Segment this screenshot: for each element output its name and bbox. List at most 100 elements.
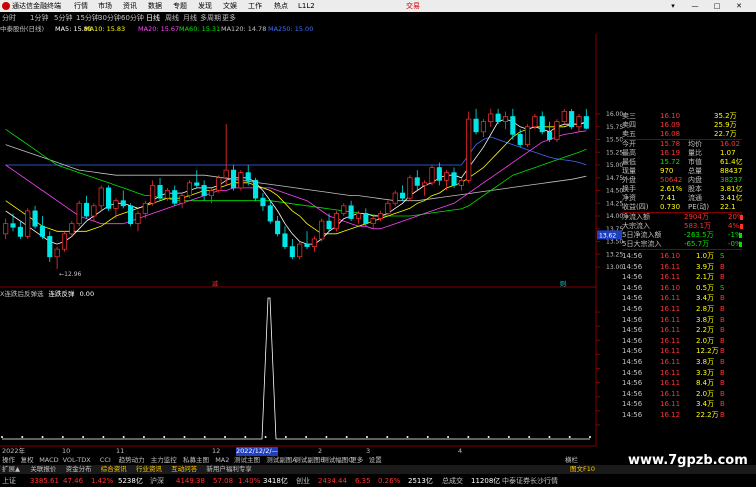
- indicator-tab[interactable]: 设置: [369, 456, 382, 465]
- candle-body: [275, 220, 281, 235]
- layout-toggle[interactable]: 横栏: [565, 456, 578, 465]
- period-tab-more[interactable]: 更多: [222, 12, 236, 24]
- tick-price: 16.10: [660, 252, 681, 260]
- tick-time: 14:56: [622, 358, 643, 366]
- dropdown-icon[interactable]: ▾: [668, 1, 678, 11]
- menu-item-data[interactable]: 数据: [148, 0, 162, 12]
- candle-body: [569, 111, 575, 128]
- candle-body: [326, 220, 332, 230]
- indicator-tab[interactable]: 测试副图B: [294, 456, 324, 465]
- candle-body: [436, 167, 442, 181]
- tick-volume: 2.1万: [696, 273, 715, 282]
- candle-body: [517, 134, 523, 145]
- menu-item-l1l2[interactable]: L1L2: [298, 0, 315, 12]
- candle-body: [267, 205, 273, 222]
- indicator-tab[interactable]: 测试幅图C: [322, 456, 353, 465]
- status-item: 2434.44: [318, 477, 347, 485]
- period-tab[interactable]: 月线: [183, 12, 197, 24]
- tick-time: 14:56: [622, 262, 643, 271]
- extension-tab[interactable]: 互动问答: [171, 465, 197, 474]
- candle-body: [561, 111, 567, 122]
- tick-direction: B: [720, 400, 725, 409]
- tick-direction: S: [720, 252, 725, 260]
- tick-price: 16.11: [660, 347, 681, 356]
- extension-tab[interactable]: 新用户福利专享: [206, 465, 252, 474]
- baseline-dot: [203, 436, 206, 438]
- period-tab[interactable]: 分时: [2, 12, 16, 24]
- candle-body: [524, 126, 531, 145]
- indicator-tab[interactable]: 更多: [350, 456, 363, 465]
- indicator-tab[interactable]: CCI: [100, 456, 111, 465]
- candle-body: [319, 220, 325, 240]
- baseline-dot: [122, 436, 125, 438]
- indicator-tab[interactable]: 测试副图A: [266, 456, 296, 465]
- period-tab[interactable]: 15分钟: [76, 12, 99, 24]
- stat-label: 总量: [688, 167, 702, 175]
- quote-row: 净资 7.41 流通 3.41亿: [596, 194, 744, 203]
- candle-body: [407, 177, 413, 199]
- period-tab[interactable]: 5分钟: [54, 12, 72, 24]
- tick-direction: B: [720, 411, 725, 419]
- indicator-tab[interactable]: MA2: [215, 456, 229, 465]
- extension-tab[interactable]: 资金分布: [66, 465, 92, 474]
- stat-label: 外盘: [622, 176, 636, 184]
- menu-item-hq[interactable]: 行情: [74, 0, 88, 12]
- indicator-tab[interactable]: 操作: [2, 456, 15, 465]
- status-item: 0.26%: [378, 477, 401, 485]
- period-tab[interactable]: 30分钟: [98, 12, 121, 24]
- tick-direction: B: [720, 315, 725, 324]
- baseline-dot: [244, 436, 247, 438]
- menu-item-culture[interactable]: 文娱: [223, 0, 237, 12]
- tick-volume: 3.4万: [696, 294, 715, 303]
- period-tab[interactable]: 60分钟: [121, 12, 144, 24]
- quote-row: 收益(四) 0.730 PE(动) 22.1: [596, 203, 744, 212]
- tick-direction: B: [720, 347, 725, 356]
- quote-row: 14:56 16.11 3.8万 B: [596, 358, 744, 367]
- candle-body: [583, 116, 589, 129]
- menu-item-topic[interactable]: 专题: [173, 0, 187, 12]
- candle-body: [547, 131, 553, 140]
- tick-price: 16.11: [660, 336, 681, 345]
- extension-tab[interactable]: 综合资讯: [101, 465, 127, 474]
- menu-item-trade[interactable]: 交易: [406, 0, 420, 12]
- menu-item-hot[interactable]: 热点: [274, 0, 288, 12]
- indicator-tab[interactable]: 主力监控: [151, 456, 177, 465]
- f10-button[interactable]: 图文F10: [570, 465, 595, 474]
- baseline-dot: [325, 436, 328, 438]
- menu-item-tools[interactable]: 工作: [248, 0, 262, 12]
- extension-tab[interactable]: 关联报价: [30, 465, 56, 474]
- flow-value: -263.5万: [684, 231, 714, 239]
- candle-body: [429, 167, 435, 184]
- stat-label: 最低: [622, 158, 636, 166]
- period-tab-active[interactable]: 日线: [146, 12, 160, 24]
- candle-body: [230, 169, 237, 189]
- flow-value: 583.1万: [684, 222, 712, 230]
- x-tick-label: 4: [458, 447, 463, 455]
- indicator-tab[interactable]: 私募主图: [183, 456, 209, 465]
- candle-body: [91, 205, 97, 217]
- ma5-line: [5, 118, 587, 245]
- indicator-tab[interactable]: MACD: [39, 456, 58, 465]
- period-tab[interactable]: 周线: [165, 12, 179, 24]
- close-icon[interactable]: ✕: [734, 1, 744, 11]
- status-item: 11208亿: [471, 477, 501, 485]
- tick-direction: S: [720, 283, 725, 292]
- menu-item-news[interactable]: 资讯: [123, 0, 137, 12]
- candle-body: [179, 195, 185, 204]
- indicator-tab[interactable]: VOL-TDX: [63, 456, 91, 465]
- indicator-tab[interactable]: 测试主图: [234, 456, 260, 465]
- period-tab[interactable]: 多周期: [200, 12, 221, 24]
- candle-body: [253, 179, 259, 199]
- candle-body: [532, 116, 538, 128]
- tick-direction: B: [720, 358, 725, 366]
- period-tab[interactable]: 1分钟: [30, 12, 48, 24]
- extension-tab[interactable]: 扩展▲: [2, 465, 20, 474]
- menu-item-discover[interactable]: 发现: [198, 0, 212, 12]
- indicator-tab[interactable]: 复权: [21, 456, 34, 465]
- indicator-tab[interactable]: 趋势动力: [119, 456, 145, 465]
- menu-item-market[interactable]: 市场: [98, 0, 112, 12]
- tick-volume: 2.8万: [696, 305, 715, 313]
- extension-tab[interactable]: 行业资讯: [136, 465, 162, 474]
- maximize-icon[interactable]: □: [712, 1, 722, 11]
- minimize-icon[interactable]: —: [690, 1, 700, 11]
